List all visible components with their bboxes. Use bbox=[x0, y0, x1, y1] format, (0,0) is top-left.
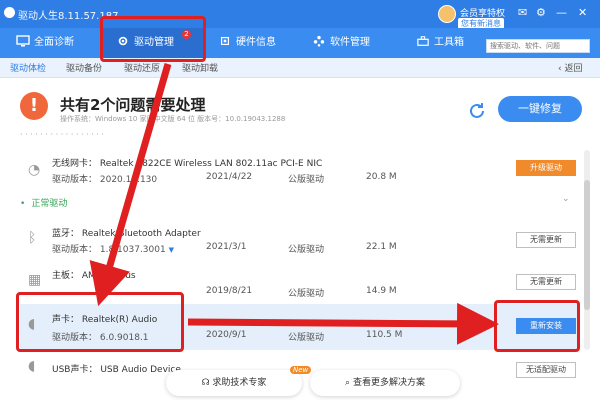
driver-size: 14.9 M bbox=[366, 286, 397, 296]
headset-icon: ☊ bbox=[201, 378, 213, 388]
device-name: 主板： AMD SMBus bbox=[52, 271, 136, 281]
driver-row-wireless: ◔ 无线网卡： Realtek 8822CE Wireless LAN 802.… bbox=[20, 154, 580, 190]
nav-hardware-info[interactable]: 硬件信息 bbox=[218, 28, 276, 58]
one-click-fix-button[interactable]: 一键修复 bbox=[498, 96, 582, 122]
chip-icon bbox=[220, 36, 230, 46]
chevron-down-icon[interactable]: ⌄ bbox=[562, 194, 570, 204]
driver-type: 公版驱动 bbox=[288, 333, 325, 343]
sub-tabs: 驱动体检 驱动备份 驱动还原 驱动卸载 ‹ 返回 bbox=[0, 58, 600, 78]
ask-expert-label: 求助技术专家 bbox=[212, 378, 267, 388]
driver-type: 公版驱动 bbox=[288, 175, 325, 185]
version-dropdown-icon[interactable]: ▼ bbox=[169, 246, 174, 254]
partial-row: · · · · · · · · · · · · · · · · · bbox=[20, 130, 104, 139]
tab-driver-checkup[interactable]: 驱动体检 bbox=[10, 61, 46, 74]
back-link[interactable]: ‹ 返回 bbox=[558, 61, 582, 74]
settings-icon[interactable]: ⚙ bbox=[536, 6, 546, 19]
monitor-icon bbox=[16, 35, 30, 47]
driver-date: 2019/8/21 bbox=[206, 286, 253, 296]
driver-date: 2020/9/1 bbox=[206, 330, 247, 340]
callout-box-driver-management bbox=[100, 16, 206, 62]
mail-icon[interactable]: ✉ bbox=[518, 6, 527, 19]
avatar[interactable] bbox=[438, 5, 456, 23]
callout-box-reinstall bbox=[494, 300, 580, 352]
nav-label: 软件管理 bbox=[330, 37, 370, 48]
more-solutions-label: 查看更多解决方案 bbox=[352, 378, 425, 388]
nav-label: 工具箱 bbox=[434, 37, 464, 48]
close-icon[interactable]: ✕ bbox=[578, 6, 587, 19]
device-name: 无线网卡： Realtek 8822CE Wireless LAN 802.11… bbox=[52, 159, 323, 169]
driver-row-bluetooth: ᛒ 蓝牙： Realtek Bluetooth Adapter 驱动版本： 1.… bbox=[20, 224, 580, 260]
driver-version: 驱动版本： 1.8.1037.3001 ▼ bbox=[52, 245, 174, 255]
search-icon: ⌕ bbox=[345, 378, 353, 388]
nav-toolbox[interactable]: 工具箱 bbox=[416, 28, 464, 58]
new-badge: New bbox=[290, 366, 312, 374]
driver-size: 20.8 M bbox=[366, 172, 397, 182]
driver-date: 2021/3/1 bbox=[206, 242, 247, 252]
search-input[interactable] bbox=[486, 39, 590, 53]
ask-expert-button[interactable]: ☊ 求助技术专家 bbox=[166, 370, 302, 396]
device-name: 蓝牙： Realtek Bluetooth Adapter bbox=[52, 229, 201, 239]
upgrade-driver-button[interactable]: 升级驱动 bbox=[516, 160, 576, 176]
app-logo-icon bbox=[4, 7, 15, 18]
tab-driver-restore[interactable]: 驱动还原 bbox=[124, 61, 160, 74]
nav-label: 全面诊断 bbox=[34, 37, 74, 48]
nav-full-diagnosis[interactable]: 全面诊断 bbox=[16, 28, 74, 58]
driver-version: 驱动版本： 2020.10.130 bbox=[52, 175, 158, 185]
more-solutions-button[interactable]: ⌕ 查看更多解决方案 bbox=[310, 370, 460, 396]
driver-size: 110.5 M bbox=[366, 330, 403, 340]
bottom-actions: ☊ 求助技术专家 New ⌕ 查看更多解决方案 bbox=[0, 366, 600, 400]
section-normal-drivers: 正常驱动 bbox=[20, 196, 67, 209]
bluetooth-icon: ᛒ bbox=[28, 230, 37, 246]
driver-type: 公版驱动 bbox=[288, 289, 325, 299]
warning-icon: ! bbox=[20, 92, 48, 120]
wifi-icon: ◔ bbox=[28, 162, 41, 178]
tab-driver-backup[interactable]: 驱动备份 bbox=[66, 61, 102, 74]
driver-size: 22.1 M bbox=[366, 242, 397, 252]
nav-label: 硬件信息 bbox=[236, 37, 276, 48]
tab-driver-uninstall[interactable]: 驱动卸载 bbox=[182, 61, 218, 74]
refresh-icon[interactable] bbox=[467, 101, 487, 121]
minimize-icon[interactable]: — bbox=[556, 6, 567, 19]
driver-date: 2021/4/22 bbox=[206, 172, 253, 182]
scrollbar-thumb[interactable] bbox=[584, 180, 590, 310]
back-label: 返回 bbox=[564, 64, 583, 74]
system-info: 操作系统：Windows 10 家庭中文版 64 位 版本号：10.0.1904… bbox=[60, 115, 286, 123]
page-title: 共有2个问题需要处理 bbox=[60, 96, 206, 114]
scrollbar[interactable] bbox=[584, 150, 590, 350]
apps-icon bbox=[313, 35, 325, 47]
no-update-button[interactable]: 无需更新 bbox=[516, 274, 576, 290]
callout-box-audio-device bbox=[16, 292, 184, 352]
motherboard-icon: ▦ bbox=[28, 272, 42, 288]
toolbox-icon bbox=[417, 36, 429, 46]
title-bar: 驱动人生8.11.57.187 会员享特权 您有新消息 ✉ ⚙ — ✕ bbox=[0, 0, 600, 29]
driver-type: 公版驱动 bbox=[288, 245, 325, 255]
no-update-button[interactable]: 无需更新 bbox=[516, 232, 576, 248]
nav-software-management[interactable]: 软件管理 bbox=[312, 28, 370, 58]
